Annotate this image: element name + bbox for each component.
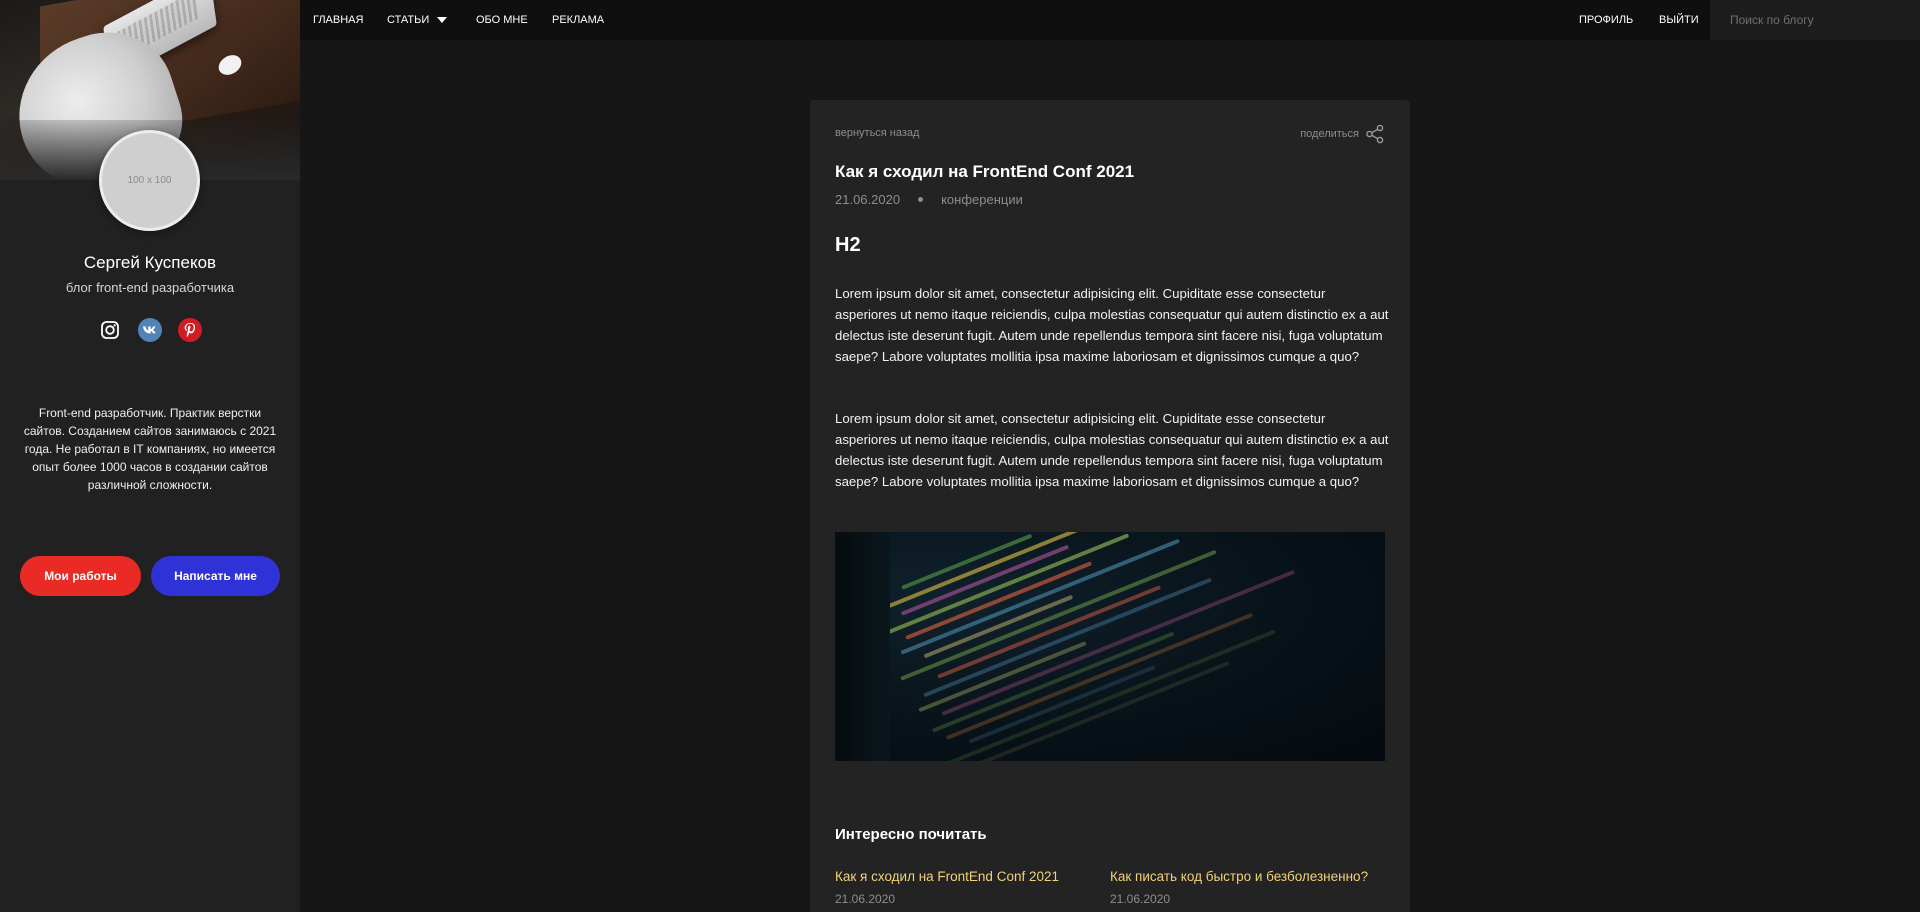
article-title: Как я сходил на FrontEnd Conf 2021: [835, 162, 1135, 181]
related-section-title: Интересно почитать: [835, 826, 987, 843]
vk-icon[interactable]: [138, 318, 162, 342]
social-links: [0, 318, 300, 342]
article-subheading: H2: [835, 234, 861, 256]
caret-down-icon: [437, 17, 448, 24]
related-article-date: 21.06.2020: [1110, 892, 1171, 906]
related-article-date: 21.06.2020: [835, 892, 896, 906]
nav-item-about[interactable]: ОБО МНЕ: [476, 0, 528, 40]
related-article-title: Как писать код быстро и безболезненно?: [1110, 869, 1369, 884]
nav-profile-link[interactable]: ПРОФИЛЬ: [1579, 0, 1633, 40]
avatar-placeholder-label: 100 x 100: [127, 175, 172, 186]
related-article-title: Как я сходил на FrontEnd Conf 2021: [835, 869, 1059, 884]
pinterest-icon[interactable]: [178, 318, 202, 342]
author-name: Сергей Куспеков: [83, 253, 217, 272]
article-date: 21.06.2020: [835, 192, 901, 207]
my-works-button[interactable]: Мои работы: [20, 556, 141, 596]
share-button[interactable]: поделиться: [1300, 124, 1385, 144]
article-paragraph: Lorem ipsum dolor sit amet, consectetur …: [835, 411, 1389, 489]
back-link[interactable]: вернуться назад: [835, 127, 919, 139]
nav-item-ads[interactable]: РЕКЛАМА: [552, 0, 604, 40]
avatar: 100 x 100: [99, 130, 200, 231]
share-icon: [1366, 124, 1384, 144]
author-about: Front-end разработчик. Практик верстки с…: [23, 406, 277, 492]
article-category[interactable]: конференции: [941, 192, 1023, 207]
instagram-icon[interactable]: [98, 318, 122, 342]
article-card: вернуться назад поделиться Как я сходил …: [810, 100, 1410, 912]
search-input[interactable]: [1710, 0, 1920, 40]
nav-item-home[interactable]: ГЛАВНАЯ: [313, 0, 363, 40]
nav-item-articles-label: СТАТЬИ: [387, 14, 430, 26]
article-image: [835, 532, 1385, 761]
related-article-link[interactable]: Как я сходил на FrontEnd Conf 2021 21.06…: [835, 869, 1059, 906]
write-me-button[interactable]: Написать мне: [151, 556, 280, 596]
sidebar: 100 x 100 Сергей Куспеков блог front-end…: [0, 0, 300, 912]
nav-item-articles[interactable]: СТАТЬИ: [387, 0, 448, 40]
author-subtitle: блог front-end разработчика: [65, 280, 235, 295]
article-paragraph: Lorem ipsum dolor sit amet, consectetur …: [835, 286, 1389, 364]
top-navigation: ГЛАВНАЯ СТАТЬИ ОБО МНЕ РЕКЛАМА ПРОФИЛЬ В…: [300, 0, 1920, 40]
share-label: поделиться: [1300, 128, 1359, 140]
article-meta: 21.06.2020 конференции: [835, 192, 1023, 207]
related-article-link[interactable]: Как писать код быстро и безболезненно? 2…: [1110, 869, 1368, 906]
separator-dot: [918, 197, 924, 202]
nav-logout-link[interactable]: ВЫЙТИ: [1659, 0, 1699, 40]
